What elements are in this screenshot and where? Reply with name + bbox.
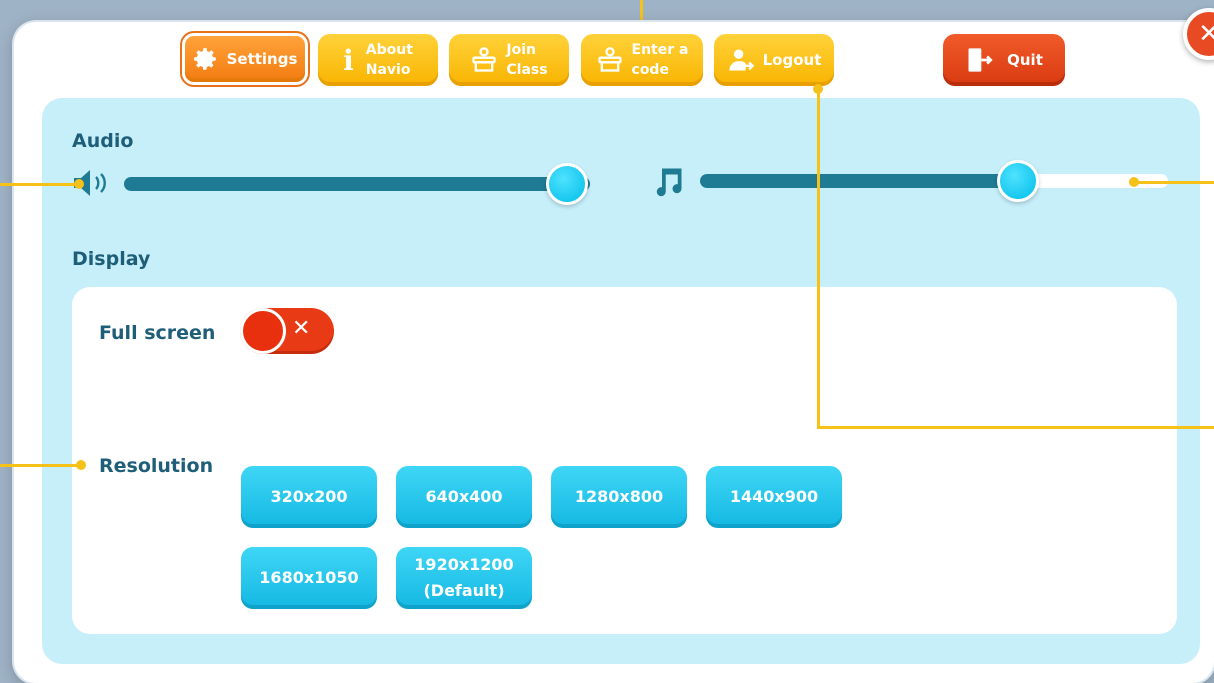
music-slider-handle[interactable] [997,160,1040,202]
display-settings-card [72,287,1177,634]
door-exit-icon [965,46,993,74]
fullscreen-label: Full screen [99,322,216,344]
callout-line-logout-h [817,426,1214,429]
quit-label: Quit [1007,51,1043,69]
callout-line-logout-v [817,86,820,428]
display-heading: Display [72,248,151,270]
fullscreen-toggle[interactable]: ✕ [240,308,334,354]
quit-button[interactable]: Quit [943,34,1065,86]
toggle-off-icon: ✕ [292,316,311,341]
tab-logout-label: Logout [762,51,822,69]
tab-about-line2: Navio [365,62,411,78]
tab-join-line1: Join [506,42,536,58]
gear-icon [193,46,219,72]
tab-logout[interactable]: Logout [714,34,834,86]
resolution-label: Resolution [99,455,214,477]
tab-join-line2: Class [506,62,548,78]
info-icon: i [343,43,354,77]
resolution-default-note: (Default) [423,581,505,600]
sound-slider-handle[interactable] [545,163,588,205]
callout-dot-left-audio [74,179,84,189]
person-desk-icon [470,46,498,74]
resolution-option-label: 1440x900 [729,487,819,506]
callout-line-left-resolution [0,464,80,467]
music-slider-fill [700,174,1019,188]
resolution-option-1920x1200[interactable]: 1920x1200 (Default) [396,547,532,609]
resolution-option-1440x900[interactable]: 1440x900 [706,466,842,528]
resolution-option-label: 1280x800 [574,487,664,506]
resolution-option-label: 640x400 [425,487,503,506]
resolution-option-1680x1050[interactable]: 1680x1050 [241,547,377,609]
tab-about-line1: About [365,42,413,58]
callout-line-left-audio [0,183,76,186]
resolution-option-320x200[interactable]: 320x200 [241,466,377,528]
resolution-option-label: 320x200 [270,487,348,506]
sound-slider-track[interactable] [124,177,590,191]
tab-settings-label: Settings [226,50,298,68]
tab-enter-code[interactable]: Enter a code [581,34,703,86]
callout-dot-logout [813,84,823,94]
resolution-option-640x400[interactable]: 640x400 [396,466,532,528]
resolution-option-1280x800[interactable]: 1280x800 [551,466,687,528]
tab-code-line1: Enter a [631,42,689,58]
toggle-thumb [240,308,286,354]
tab-settings[interactable]: Settings [180,31,310,87]
callout-dot-left-resolution [76,460,86,470]
callout-dot-right-music [1129,177,1139,187]
person-desk-icon [596,46,624,74]
audio-heading: Audio [72,130,134,152]
music-note-icon [650,164,686,204]
user-exit-icon [727,46,755,74]
callout-line-right-music [1134,181,1214,184]
tab-join-class[interactable]: Join Class [449,34,569,86]
resolution-option-label: 1680x1050 [259,568,359,587]
tab-about[interactable]: i About Navio [318,34,438,86]
resolution-option-label: 1920x1200 [414,555,514,574]
tab-code-line2: code [631,62,669,78]
